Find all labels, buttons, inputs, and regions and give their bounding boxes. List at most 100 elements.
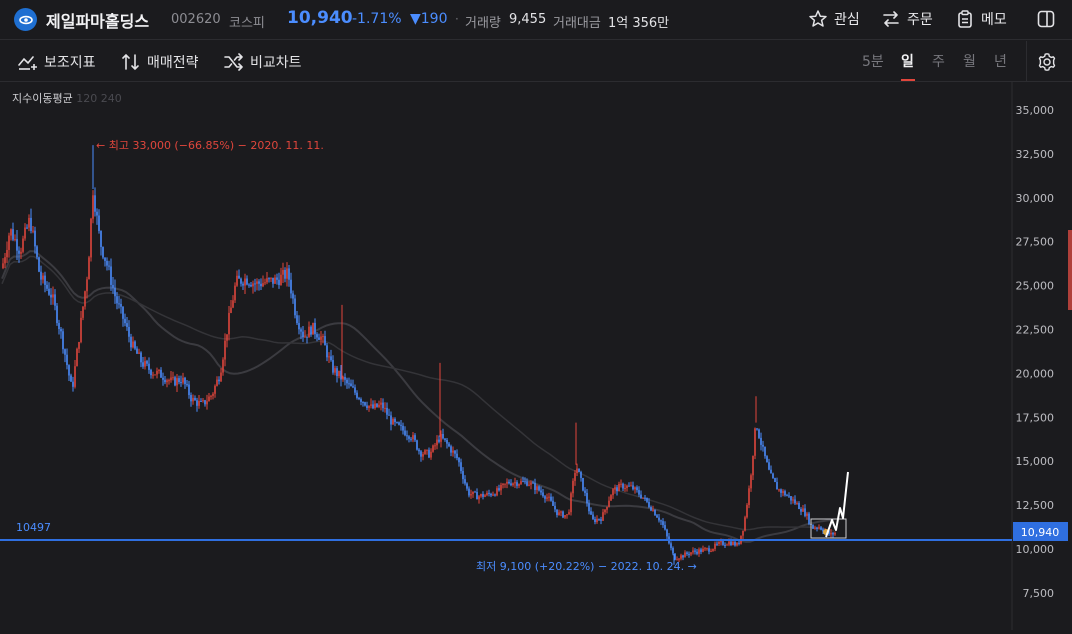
candle-body <box>78 342 80 349</box>
period-tab-year[interactable]: 년 <box>994 51 1007 71</box>
amount-value: 1억 356만 <box>608 16 670 31</box>
period-tab-week[interactable]: 주 <box>932 51 945 71</box>
candle-body <box>186 384 188 386</box>
candle-body <box>462 471 464 480</box>
candle-body <box>834 532 836 535</box>
candle-body <box>806 513 808 516</box>
candle-body <box>504 483 506 485</box>
candle-body <box>832 532 834 535</box>
candle-body <box>64 349 66 355</box>
compare-button[interactable]: 비교차트 <box>224 52 302 72</box>
candle-body <box>582 477 584 491</box>
candle-body <box>612 489 614 496</box>
candle-body <box>30 217 32 231</box>
candle-body <box>644 497 646 499</box>
candle-body <box>684 552 686 558</box>
candle-body <box>118 303 120 305</box>
candle-body <box>580 471 582 478</box>
candle-body <box>570 493 572 513</box>
separator-dot: · <box>455 12 459 26</box>
candle-body <box>484 495 486 497</box>
candle-body <box>384 407 386 409</box>
volume-label: 거래량 <box>465 16 501 31</box>
candle-body <box>376 403 378 407</box>
candle-body <box>50 294 52 298</box>
order-label: 주문 <box>907 12 933 28</box>
candle-body <box>42 275 44 280</box>
candle-body <box>406 435 408 437</box>
candle-body <box>708 548 710 552</box>
candle-body <box>428 449 430 458</box>
favorite-button[interactable]: 관심 <box>808 9 860 29</box>
compare-label: 비교차트 <box>250 55 302 71</box>
candle-body <box>596 518 598 523</box>
candle-body <box>498 488 500 491</box>
candle-body <box>72 381 74 387</box>
candle-body <box>546 497 548 499</box>
candle-body <box>706 548 708 550</box>
candle-body <box>798 503 800 510</box>
candle-body <box>766 456 768 463</box>
candle-body <box>610 495 612 501</box>
candle-body <box>438 439 440 442</box>
candle-body <box>604 509 606 513</box>
indicator-chart-icon <box>18 56 37 70</box>
candle-body <box>204 400 206 405</box>
candle-body <box>196 400 198 406</box>
price-chart-area[interactable]: 35,000 32,500 30,000 27,500 25,000 22,500 20,0… <box>0 82 1072 630</box>
period-tab-month[interactable]: 월 <box>963 51 976 71</box>
period-tab-day[interactable]: 일 <box>901 51 914 71</box>
memo-button[interactable]: 메모 <box>955 9 1007 29</box>
candle-body <box>58 323 60 330</box>
candle-body <box>754 428 756 456</box>
candle-body <box>116 296 118 304</box>
candle-body <box>682 555 684 558</box>
moving-average-legend[interactable]: 지수이동평균 120 240 <box>12 90 122 106</box>
strategy-button[interactable]: 매매전략 <box>121 52 199 72</box>
candle-body <box>308 326 310 338</box>
ma-legend-title: 지수이동평균 <box>12 92 73 105</box>
candle-body <box>262 283 264 287</box>
candle-body <box>544 496 546 499</box>
star-icon <box>809 10 827 27</box>
candle-body <box>52 294 54 298</box>
gear-icon[interactable] <box>1037 52 1057 72</box>
candle-body <box>282 269 284 275</box>
stock-name[interactable]: 제일파마홀딩스 <box>46 8 149 32</box>
candle-body <box>572 480 574 494</box>
candle-body <box>768 462 770 470</box>
candle-body <box>712 548 714 551</box>
candlestick-chart[interactable]: 35,000 32,500 30,000 27,500 25,000 22,500 20,0… <box>0 82 1072 630</box>
side-panel-icon[interactable] <box>1036 9 1056 29</box>
y-axis-tick-label: 10,000 <box>1016 543 1055 556</box>
candle-body <box>106 260 108 266</box>
candle-body <box>698 549 700 554</box>
candle-body <box>198 400 200 406</box>
candle-body <box>172 377 174 379</box>
candle-body <box>778 489 780 491</box>
candle-body <box>76 348 78 367</box>
candle-body <box>530 482 532 485</box>
candle-body <box>148 363 150 370</box>
candle-body <box>764 446 766 457</box>
candle-body <box>232 300 234 308</box>
candle-body <box>124 318 126 324</box>
candle-body <box>200 400 202 402</box>
candle-body <box>680 555 682 559</box>
candle-body <box>394 418 396 423</box>
order-button[interactable]: 주문 <box>881 9 933 29</box>
candle-body <box>726 544 728 546</box>
candle-body <box>486 492 488 496</box>
candle-body <box>334 368 336 373</box>
candle-body <box>226 334 228 341</box>
candle-body <box>588 503 590 512</box>
buy-sell-icon <box>122 53 139 71</box>
candle-body <box>132 341 134 348</box>
candle-body <box>788 495 790 497</box>
candle-body <box>762 444 764 447</box>
period-tab-5min[interactable]: 5분 <box>862 51 884 71</box>
candle-body <box>48 288 50 295</box>
stock-code: 002620 <box>171 12 221 27</box>
indicators-button[interactable]: 보조지표 <box>18 52 96 72</box>
candle-body <box>382 402 384 409</box>
